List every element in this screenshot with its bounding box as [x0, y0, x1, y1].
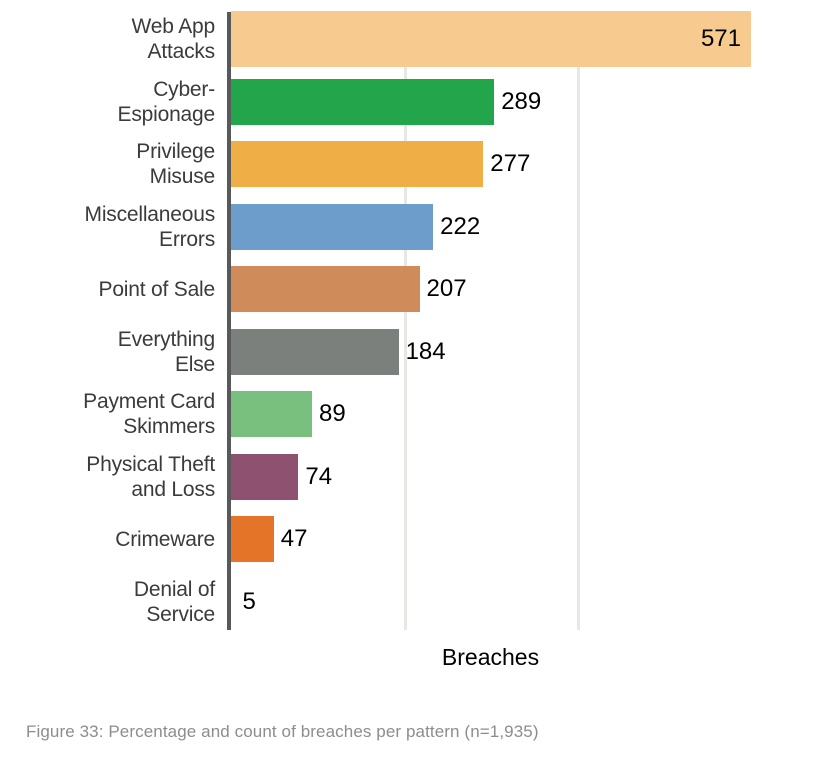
- bar-row: Point of Sale 207: [0, 258, 829, 321]
- category-label: Crimeware: [115, 527, 215, 551]
- bar-row: Denial of Service 5: [0, 571, 829, 634]
- bar-wrapper: 571: [231, 8, 751, 71]
- bar[interactable]: [231, 328, 399, 375]
- bar-wrapper: 89: [231, 383, 346, 446]
- bar-value-label: 5: [242, 587, 256, 615]
- bar-value-label: 222: [440, 212, 481, 240]
- bar-row: Privilege Misuse 277: [0, 133, 829, 196]
- bar[interactable]: [231, 453, 299, 500]
- bar-row: Everything Else 184: [0, 321, 829, 384]
- bar-wrapper: 289: [231, 71, 541, 134]
- bar-value-label: 74: [305, 462, 333, 490]
- bar-value-label: 47: [280, 525, 308, 553]
- bar[interactable]: 571: [231, 11, 751, 68]
- figure-container: Web App Attacks 571 Cyber- Espionage 289 Pri…: [0, 0, 829, 775]
- bar-value-label: 89: [319, 400, 346, 428]
- category-label: Point of Sale: [98, 277, 216, 301]
- category-label: Cyber- Espionage: [117, 77, 216, 126]
- category-label: Denial of Service: [133, 577, 215, 626]
- bar-row: Miscellaneous Errors 222: [0, 196, 829, 259]
- bar[interactable]: [231, 578, 236, 625]
- bar-value-label: 289: [501, 87, 542, 115]
- bar-row: Web App Attacks 571: [0, 8, 829, 71]
- bar[interactable]: [231, 266, 420, 313]
- category-label: Physical Theft and Loss: [86, 452, 215, 501]
- bar-wrapper: 207: [231, 258, 467, 321]
- bar-wrapper: 222: [231, 196, 480, 259]
- bar[interactable]: [231, 78, 495, 125]
- x-axis-title: Breaches: [441, 644, 540, 670]
- category-label: Everything Else: [117, 327, 215, 376]
- bar-row: Payment Card Skimmers 89: [0, 383, 829, 446]
- bar-wrapper: 47: [231, 508, 308, 571]
- bar-rows: Web App Attacks 571 Cyber- Espionage 289 Pri…: [0, 8, 829, 633]
- bar-wrapper: 5: [231, 571, 256, 634]
- chart-plot-area: Web App Attacks 571 Cyber- Espionage 289 Pri…: [0, 8, 829, 633]
- bar-wrapper: 277: [231, 133, 530, 196]
- bar[interactable]: [231, 391, 313, 438]
- bar-row: Crimeware 47: [0, 508, 829, 571]
- bar-value-label: 184: [405, 337, 446, 365]
- category-label: Privilege Misuse: [136, 140, 215, 189]
- bar-value-label: 277: [490, 150, 531, 178]
- category-label: Payment Card Skimmers: [83, 390, 215, 439]
- category-label: Miscellaneous Errors: [84, 202, 216, 251]
- bar-row: Cyber- Espionage 289: [0, 71, 829, 134]
- bar-row: Physical Theft and Loss 74: [0, 446, 829, 509]
- figure-caption: Figure 33: Percentage and count of breac…: [26, 722, 539, 741]
- bar[interactable]: [231, 516, 274, 563]
- bar-value-label: 571: [700, 25, 741, 53]
- category-label: Web App Attacks: [131, 15, 216, 64]
- bar-value-label: 207: [426, 275, 467, 303]
- bar[interactable]: [231, 203, 434, 250]
- bar-wrapper: 74: [231, 446, 332, 509]
- bar-wrapper: 184: [231, 321, 446, 384]
- bar[interactable]: [231, 141, 484, 188]
